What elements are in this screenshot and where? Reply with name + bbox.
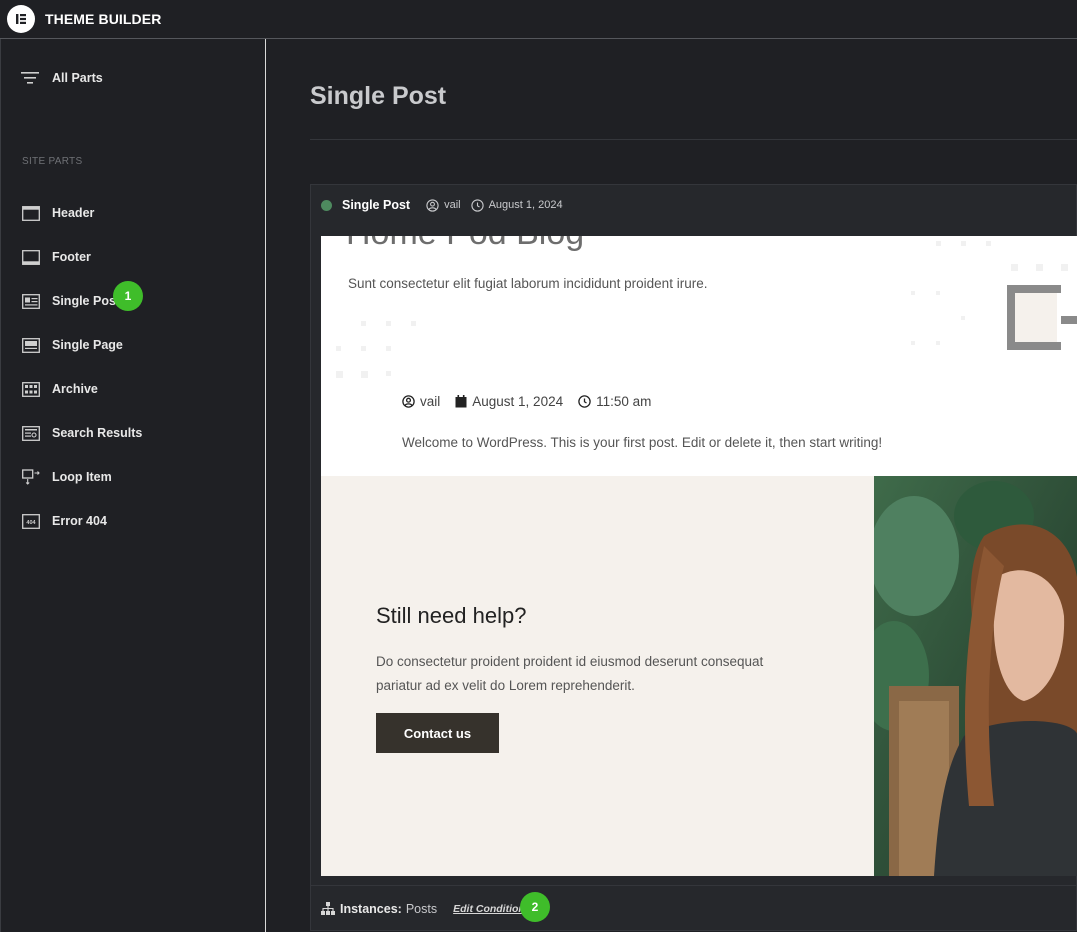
loop-item-icon [21, 469, 40, 485]
single-post-icon [21, 293, 40, 309]
all-parts-link[interactable]: All Parts [21, 71, 103, 85]
sidebar-item-loop-item[interactable]: Loop Item [21, 469, 112, 485]
sitemap-icon [321, 902, 335, 915]
post-meta: vail August 1, 2024 11:50 am [402, 394, 666, 409]
sidebar-item-single-page[interactable]: Single Page [21, 337, 123, 353]
hero-subtitle: Sunt consectetur elit fugiat laborum inc… [348, 276, 708, 291]
post-time: 11:50 am [578, 394, 651, 409]
woman-photo-image [874, 476, 1077, 876]
instances-value: Posts [405, 901, 438, 916]
help-body: Do consectetur proident proident id eius… [376, 654, 764, 693]
step-badge-1: 1 [113, 281, 143, 311]
sidebar-item-label: Single Post [52, 294, 121, 308]
svg-text:404: 404 [26, 520, 36, 526]
single-page-icon [21, 337, 40, 353]
sidebar-item-single-post[interactable]: Single Post [21, 293, 120, 309]
main-content: Single Post Single Post vail August 1, 2… [267, 39, 1077, 932]
post-date-text: August 1, 2024 [472, 394, 564, 409]
dot-pattern [336, 241, 1077, 378]
user-icon [426, 198, 439, 212]
site-parts-heading: SITE PARTS [22, 156, 83, 167]
post-time-text: 11:50 am [596, 394, 652, 409]
search-results-icon [21, 425, 40, 441]
template-preview[interactable]: Home Pod Blog Sunt consectetur elit fugi… [321, 236, 1077, 876]
footer-icon [21, 249, 40, 265]
contact-us-button[interactable]: Contact us [376, 713, 499, 753]
help-title: Still need help? [376, 603, 527, 628]
card-date-text: August 1, 2024 [488, 199, 563, 211]
user-icon [402, 395, 415, 408]
card-author: vail [426, 198, 461, 212]
clock-icon [578, 395, 591, 408]
calendar-icon [455, 395, 467, 408]
card-header: Single Post vail August 1, 2024 [311, 185, 1077, 225]
sidebar-item-label: Header [52, 206, 95, 220]
sidebar-item-footer[interactable]: Footer [21, 249, 91, 265]
post-author-name: vail [420, 394, 441, 409]
divider [310, 139, 1077, 140]
sidebar-item-label: Single Page [52, 338, 123, 352]
clock-icon [470, 198, 484, 212]
all-parts-label: All Parts [52, 71, 103, 85]
card-title: Single Post [342, 198, 411, 212]
sidebar: All Parts SITE PARTS Header Footer Singl… [0, 39, 266, 932]
help-section: Still need help? Do consectetur proident… [321, 476, 874, 876]
card-footer: Instances: Posts Edit Conditions [311, 885, 1077, 931]
hero-title-partial: Home Pod Blog [346, 236, 584, 253]
sidebar-item-label: Loop Item [52, 470, 112, 484]
post-author: vail [402, 394, 440, 409]
archive-icon [21, 381, 40, 397]
status-indicator [321, 199, 332, 211]
sidebar-item-error-404[interactable]: 404 Error 404 [21, 513, 107, 529]
top-bar: THEME BUILDER [0, 0, 1077, 39]
post-excerpt: Welcome to WordPress. This is your first… [402, 435, 883, 450]
card-author-name: vail [444, 199, 461, 211]
filter-lines-icon [21, 72, 39, 84]
sidebar-item-search-results[interactable]: Search Results [21, 425, 142, 441]
edit-conditions-link[interactable]: Edit Conditions [453, 903, 531, 915]
card-date: August 1, 2024 [470, 198, 563, 212]
sidebar-item-header[interactable]: Header [21, 205, 94, 221]
sidebar-item-label: Archive [52, 382, 98, 396]
instances-label: Instances: [340, 901, 402, 916]
template-card: Single Post vail August 1, 2024 Sunt con… [310, 184, 1077, 931]
sidebar-item-label: Error 404 [52, 514, 107, 528]
sidebar-item-label: Search Results [52, 426, 143, 440]
post-date: August 1, 2024 [455, 394, 563, 409]
elementor-logo-icon[interactable] [7, 5, 35, 33]
app-title: THEME BUILDER [45, 11, 162, 27]
error-404-icon: 404 [21, 513, 40, 529]
sidebar-item-archive[interactable]: Archive [21, 381, 98, 397]
sidebar-item-label: Footer [52, 250, 91, 264]
page-title: Single Post [310, 82, 447, 110]
step-badge-2: 2 [520, 892, 550, 922]
header-icon [21, 205, 40, 221]
